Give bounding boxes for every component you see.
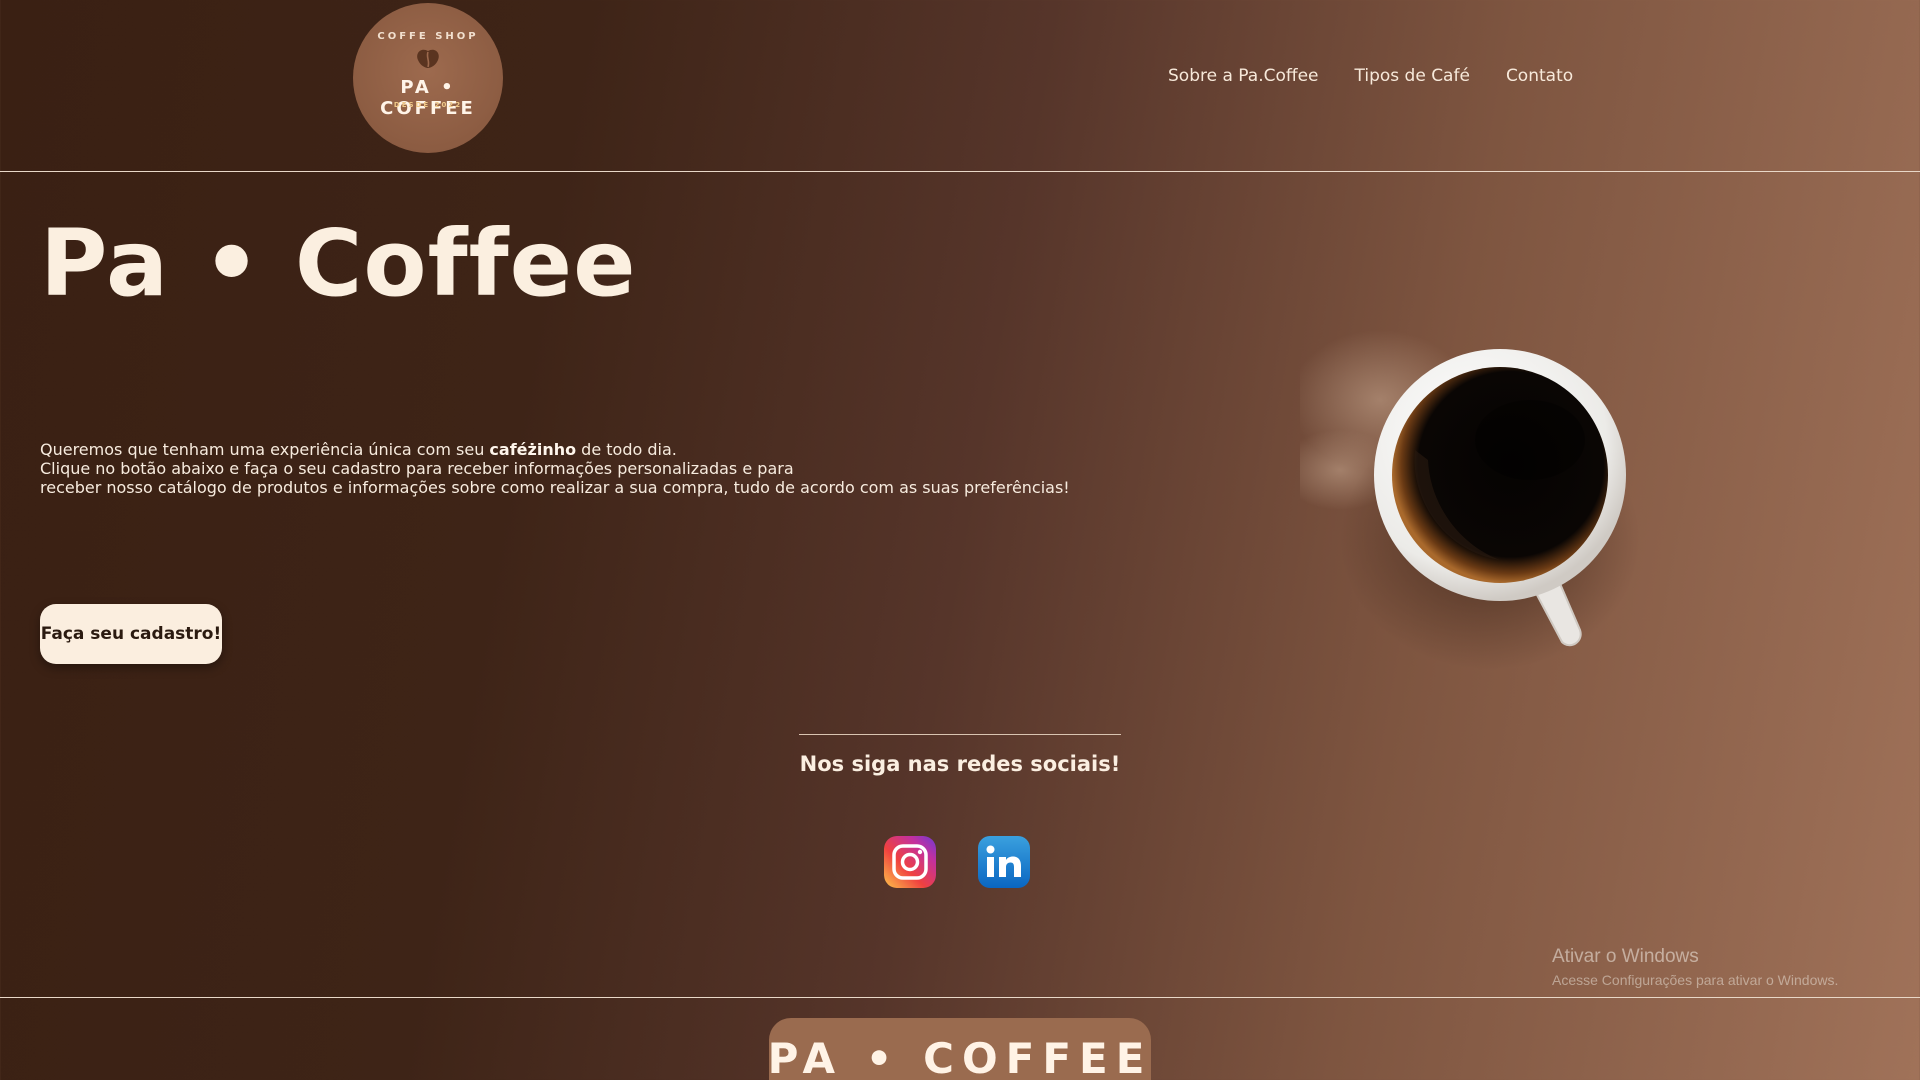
site-header: COFFE SHOP PA • COFFEE DESDE 2022 Sobre … (0, 0, 1920, 172)
windows-activation-title: Ativar o Windows (1552, 946, 1699, 967)
instagram-icon[interactable] (884, 836, 936, 888)
hero-line-3: receber nosso catálogo de produtos e inf… (40, 478, 1070, 497)
social-divider (799, 734, 1121, 735)
nav-link-tipos-de-cafe[interactable]: Tipos de Café (1355, 66, 1470, 86)
nav-link-sobre[interactable]: Sobre a Pa.Coffee (1168, 66, 1319, 86)
hero-description: Queremos que tenham uma experiência únic… (40, 440, 1100, 497)
hero-title: Pa • Coffee (40, 210, 637, 317)
brand-logo[interactable]: COFFE SHOP PA • COFFEE DESDE 2022 (353, 3, 503, 153)
footer-logo: PA • COFFEE (768, 1018, 1151, 1080)
footer-divider (0, 997, 1920, 998)
coffee-bean-icon (417, 49, 439, 68)
windows-activation-subtitle: Acesse Configurações para ativar o Windo… (1552, 972, 1839, 988)
hero-line-1: Queremos que tenham uma experiência únic… (40, 440, 677, 459)
nav-link-contato[interactable]: Contato (1506, 66, 1573, 86)
logo-arc-text: COFFE SHOP (377, 31, 479, 42)
hero-line-2: Clique no botão abaixo e faça o seu cada… (40, 459, 794, 478)
social-title: Nos siga nas redes sociais! (799, 752, 1121, 776)
signup-button[interactable]: Faça seu cadastro! (40, 604, 222, 664)
logo-main-text: PA • COFFEE (380, 77, 476, 119)
social-links (884, 836, 1030, 888)
main-nav: Sobre a Pa.Coffee Tipos de Café Contato (1168, 66, 1573, 86)
hero-bold-word: caféżinho (489, 440, 577, 459)
linkedin-icon[interactable] (978, 836, 1030, 888)
coffee-cup-image (1300, 330, 1640, 670)
logo-sub-text: DESDE 2022 (393, 101, 463, 109)
